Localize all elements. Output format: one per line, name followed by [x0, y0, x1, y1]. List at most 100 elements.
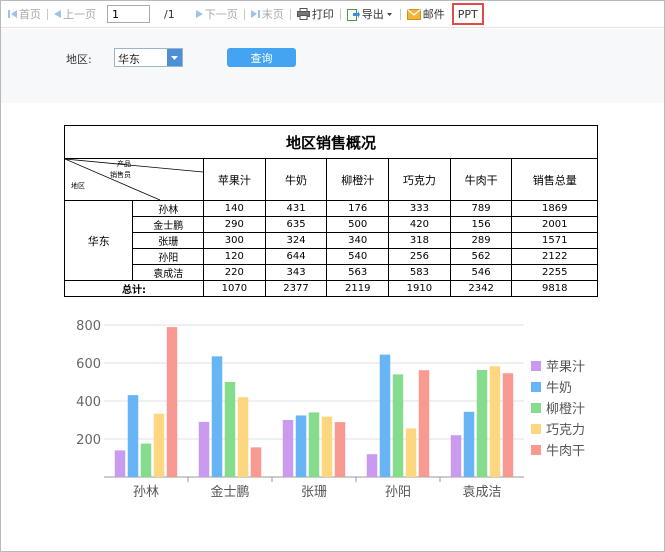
export-label: 导出 [361, 8, 384, 21]
value-cell: 562 [449, 248, 513, 265]
total-cell: 9818 [511, 280, 598, 297]
export-icon [346, 8, 360, 21]
value-cell: 563 [326, 264, 390, 281]
bar [334, 422, 346, 477]
toolbar-divider [289, 8, 291, 20]
value-cell: 333 [388, 200, 451, 217]
page-total: /1 [164, 7, 175, 21]
query-button[interactable]: 查询 [227, 48, 296, 67]
x-tick-label: 孙阳 [385, 485, 411, 500]
ppt-button[interactable]: PPT [451, 3, 484, 25]
mail-icon [406, 8, 421, 20]
column-header: 牛奶 [264, 158, 328, 201]
value-cell: 156 [449, 216, 513, 233]
region-cell: 华东 [63, 200, 134, 281]
page-number-input[interactable] [107, 5, 150, 23]
column-header: 柳橙汁 [326, 158, 390, 201]
legend-label: 牛奶 [546, 381, 572, 396]
x-tick-label: 孙林 [133, 485, 159, 500]
value-cell: 140 [203, 200, 266, 217]
next-page-label: 下一页 [204, 8, 238, 21]
value-cell: 789 [449, 200, 513, 217]
region-filter-label: 地区: [66, 53, 92, 66]
diagonal-header-cell: 产品 销售员 地区 [64, 158, 204, 201]
table-row: 孙阳 120 644 540 256 562 2122 [65, 248, 598, 265]
print-button[interactable]: 打印 [294, 4, 337, 24]
first-page-button[interactable]: 首页 [5, 4, 44, 24]
y-tick-label: 800 [76, 319, 101, 334]
bar [308, 412, 320, 477]
region-select-value: 华东 [118, 53, 140, 66]
column-header: 牛肉干 [449, 158, 513, 201]
seller-cell: 金士鹏 [132, 216, 204, 233]
bar [282, 420, 294, 477]
sales-report-table: 地区销售概况 产品 销售员 地区 苹果汁 牛奶 柳橙汁 巧克力 牛肉干 销售总量… [63, 125, 598, 297]
value-cell: 644 [264, 248, 328, 265]
legend-swatch [531, 445, 541, 455]
y-tick-label: 600 [76, 357, 101, 372]
column-header: 销售总量 [511, 158, 598, 201]
chevron-down-icon[interactable] [167, 49, 182, 66]
legend-label: 牛肉干 [546, 444, 585, 459]
bar [250, 447, 262, 477]
last-page-label: 末页 [261, 8, 284, 21]
value-cell: 289 [449, 232, 513, 249]
value-cell: 220 [203, 264, 266, 281]
x-tick-label: 袁成洁 [462, 485, 501, 500]
diag-label-seller: 销售员 [110, 171, 131, 179]
value-cell: 343 [264, 264, 328, 281]
report-toolbar: 首页 上一页 /1 下一页 末页 打印 导出 [1, 1, 664, 28]
first-page-label: 首页 [19, 8, 41, 21]
toolbar-divider [339, 8, 341, 20]
bar [237, 397, 249, 477]
value-cell: 583 [388, 264, 451, 281]
export-button[interactable]: 导出 [344, 4, 397, 24]
mail-label: 邮件 [422, 8, 445, 21]
last-page-button[interactable]: 末页 [248, 4, 287, 24]
value-cell: 2001 [511, 216, 598, 233]
bar [476, 370, 488, 477]
bar [379, 354, 391, 477]
bar [211, 356, 223, 477]
value-cell: 1571 [511, 232, 598, 249]
next-page-icon [195, 9, 203, 19]
report-title: 地区销售概况 [64, 125, 598, 159]
prev-page-button[interactable]: 上一页 [51, 4, 99, 24]
mail-button[interactable]: 邮件 [404, 4, 448, 24]
bar [392, 374, 404, 477]
total-cell: 1070 [203, 280, 266, 297]
seller-cell: 张珊 [132, 232, 204, 249]
bar [418, 370, 430, 477]
value-cell: 540 [326, 248, 390, 265]
bar [127, 395, 139, 477]
column-header: 苹果汁 [203, 158, 266, 201]
region-select[interactable]: 华东 [114, 48, 183, 67]
total-cell: 2377 [264, 280, 328, 297]
bar [366, 454, 378, 477]
table-row: 张珊 300 324 340 318 289 1571 [65, 232, 598, 249]
bar [489, 366, 501, 477]
prev-page-label: 上一页 [63, 8, 96, 21]
value-cell: 635 [264, 216, 328, 233]
legend-label: 柳橙汁 [546, 402, 585, 417]
seller-cell: 孙林 [132, 200, 204, 217]
value-cell: 431 [264, 200, 328, 217]
print-label: 打印 [311, 8, 334, 21]
bar [295, 415, 307, 477]
diag-label-region: 地区 [71, 182, 85, 190]
last-page-icon [250, 9, 260, 19]
seller-cell: 孙阳 [132, 248, 204, 265]
diag-label-product: 产品 [117, 160, 131, 168]
legend-swatch [531, 382, 541, 392]
bar [153, 413, 165, 477]
next-page-button[interactable]: 下一页 [193, 4, 241, 24]
y-tick-label: 400 [76, 395, 101, 410]
total-cell: 1910 [388, 280, 451, 297]
bar [463, 411, 475, 477]
bar [198, 421, 210, 477]
bar [321, 416, 333, 477]
printer-icon [296, 8, 310, 20]
bar [140, 443, 152, 477]
value-cell: 546 [449, 264, 513, 281]
value-cell: 1869 [511, 200, 598, 217]
